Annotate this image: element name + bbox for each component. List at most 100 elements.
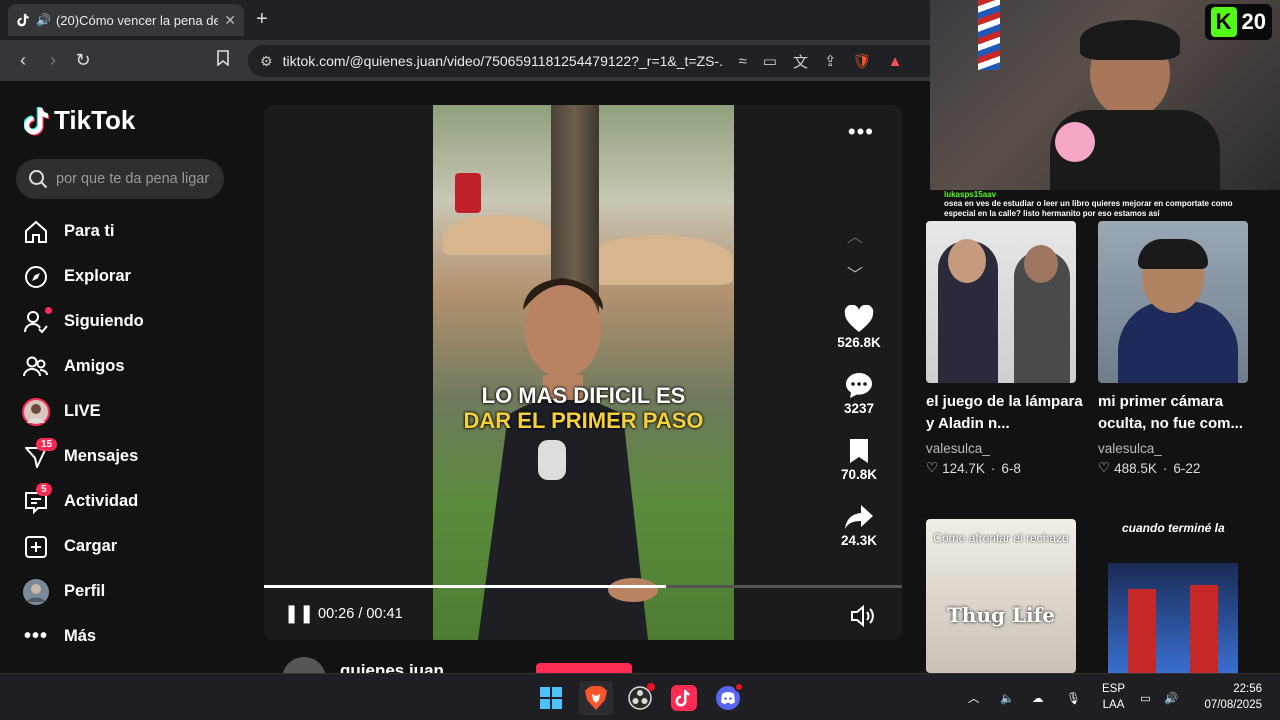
presenter-figure [478, 278, 658, 640]
obs-taskbar-app[interactable] [623, 681, 657, 715]
back-icon[interactable]: ‹ [8, 50, 38, 71]
related-author[interactable]: valesulca_ [926, 441, 1076, 456]
forward-icon[interactable]: › [38, 50, 68, 71]
address-bar[interactable]: ⚙ tiktok.com/@quienes.juan/video/7506591… [248, 45, 930, 77]
clock-time: 22:56 [1233, 683, 1262, 695]
related-date: 6-8 [1001, 460, 1021, 476]
brave-taskbar-app[interactable] [579, 681, 613, 715]
more-icon: ••• [23, 625, 48, 647]
new-dot [45, 307, 52, 314]
sidebar-item-live[interactable]: LIVE [20, 389, 240, 434]
save-count: 70.8K [840, 467, 878, 482]
chevron-up-icon[interactable]: ︿ [847, 223, 863, 247]
author-name[interactable]: quienes.juan [340, 661, 444, 673]
related-thumbnail[interactable]: cuando terminé la [1098, 519, 1248, 673]
sidebar-item-mas[interactable]: ••• Más [20, 614, 240, 659]
bookmark-icon [850, 439, 868, 463]
video-frame[interactable]: LO MAS DIFICIL ES DAR EL PRIMER PASO [433, 105, 734, 640]
network-icon[interactable]: ▭ [1140, 674, 1151, 720]
input-language[interactable]: ESP LAA [1102, 681, 1125, 713]
tiktok-logo[interactable]: TikTok [24, 105, 135, 136]
onedrive-icon[interactable]: ☁ [1032, 674, 1044, 720]
boxer-figure [1128, 589, 1156, 673]
sidebar-item-label: Más [64, 627, 97, 645]
sidebar-item-explorar[interactable]: Explorar [20, 254, 240, 299]
comment-icon [846, 373, 872, 398]
sidebar-item-label: Perfil [64, 582, 106, 600]
sidebar-item-label: Amigos [64, 357, 125, 375]
save-button[interactable]: 70.8K [824, 437, 894, 503]
sidebar-item-mensajes[interactable]: 15 Mensajes [20, 434, 240, 479]
more-options-icon[interactable]: ••• [848, 119, 874, 145]
sidebar-item-cargar[interactable]: Cargar [20, 524, 240, 569]
brave-icon [585, 686, 607, 710]
reader-mode-icon[interactable]: ≈ [739, 53, 747, 70]
browser-tab[interactable]: 🔊 (20)Cómo vencer la pena de l ✕ [8, 4, 244, 36]
brave-rewards-icon[interactable]: ▲ [888, 53, 903, 70]
stream-chat-message: lukasps15aav osea en ves de estudiar o l… [930, 190, 1280, 218]
tiktok-taskbar-app[interactable] [667, 681, 701, 715]
sidebar-item-label: Cargar [64, 537, 118, 555]
chevron-down-icon[interactable]: ﹀ [847, 261, 863, 285]
related-title: el juego de la lámpara y Aladin n... [926, 393, 1083, 432]
kick-logo-icon: K [1210, 7, 1237, 37]
pause-icon[interactable]: ❚❚ [284, 603, 314, 624]
lang-code: ESP [1102, 683, 1126, 695]
reload-icon[interactable]: ↻ [68, 50, 98, 71]
related-thumbnail[interactable] [1098, 221, 1248, 383]
follow-button[interactable] [536, 663, 632, 673]
video-player[interactable]: LO MAS DIFICIL ES DAR EL PRIMER PASO •••… [264, 105, 902, 640]
related-video-card[interactable]: Cómo afrontar el rechazo Thug Life [926, 519, 1076, 673]
related-video-card[interactable]: el juego de la lámpara y Aladin n... val… [926, 221, 1083, 476]
tray-volume-icon[interactable]: 🔈 [1000, 674, 1014, 720]
lang-layout: LAA [1102, 699, 1125, 711]
start-button[interactable] [534, 681, 568, 715]
tray-chevron-up-icon[interactable]: ︿ [968, 674, 980, 720]
sidebar-item-perfil[interactable]: Perfil [20, 569, 240, 614]
speaker-icon[interactable]: 🔊 [1164, 674, 1178, 720]
brave-shield-icon[interactable]: 🛡 [853, 52, 872, 70]
new-tab-icon[interactable]: + [256, 8, 268, 31]
sidebar-item-para-ti[interactable]: Para ti [20, 209, 240, 254]
related-thumbnail[interactable]: Cómo afrontar el rechazo Thug Life [926, 519, 1076, 673]
action-bar: 526.8K 3237 70.8K 24.3K [824, 305, 894, 569]
thumb-hair [1138, 239, 1208, 269]
related-meta: ♡ 488.5K · 6-22 [1098, 460, 1201, 476]
video-time: 00:26 / 00:41 [318, 605, 403, 622]
author-avatar[interactable] [282, 657, 326, 673]
browser-navbar: ‹ › ↻ ⚙ tiktok.com/@quienes.juan/video/7… [0, 40, 930, 81]
system-clock[interactable]: 22:56 07/08/2025 [1204, 681, 1262, 713]
bookmark-icon[interactable] [208, 50, 238, 71]
share-icon[interactable]: ⇪ [824, 52, 837, 70]
site-settings-icon[interactable]: ⚙ [260, 53, 273, 70]
discord-taskbar-app[interactable] [711, 681, 745, 715]
sidebar-item-siguiendo[interactable]: Siguiendo [20, 299, 240, 344]
related-thumbnail[interactable] [926, 221, 1076, 383]
translate-icon[interactable]: 文 [793, 51, 808, 72]
windows-logo-icon [540, 687, 562, 709]
video-progress-bar[interactable] [264, 585, 902, 588]
share-count: 24.3K [840, 533, 878, 548]
related-video-card[interactable]: cuando terminé la [1098, 519, 1248, 673]
share-button[interactable]: 24.3K [824, 503, 894, 569]
cast-icon[interactable]: ▭ [763, 52, 777, 70]
sidebar-item-amigos[interactable]: Amigos [20, 344, 240, 389]
like-button[interactable]: 526.8K [824, 305, 894, 371]
activity-badge: 5 [36, 483, 52, 496]
comment-button[interactable]: 3237 [824, 371, 894, 437]
speaker-icon[interactable]: 🔊 [36, 13, 51, 27]
related-author[interactable]: valesulca_ [1098, 441, 1248, 456]
sidebar-item-actividad[interactable]: 5 Actividad [20, 479, 240, 524]
microphone-icon[interactable]: 🎙 [1066, 674, 1081, 720]
close-tab-icon[interactable]: ✕ [224, 12, 236, 29]
thumb-overlay-text: Cómo afrontar el rechazo [933, 531, 1069, 545]
volume-icon[interactable] [850, 604, 874, 632]
search-input[interactable] [56, 171, 216, 187]
tiktok-favicon-icon [17, 13, 29, 27]
streamer-webcam: K 20 [930, 0, 1280, 190]
windows-taskbar: ︿ 🔈 ☁ 🎙 ESP LAA ▭ 🔊 22:56 07/08/2025 [0, 673, 1280, 720]
search-box[interactable] [16, 159, 224, 199]
home-icon [20, 216, 52, 248]
url-text: tiktok.com/@quienes.juan/video/750659118… [282, 53, 723, 69]
related-video-card[interactable]: mi primer cámara oculta, no fue com... v… [1098, 221, 1248, 476]
